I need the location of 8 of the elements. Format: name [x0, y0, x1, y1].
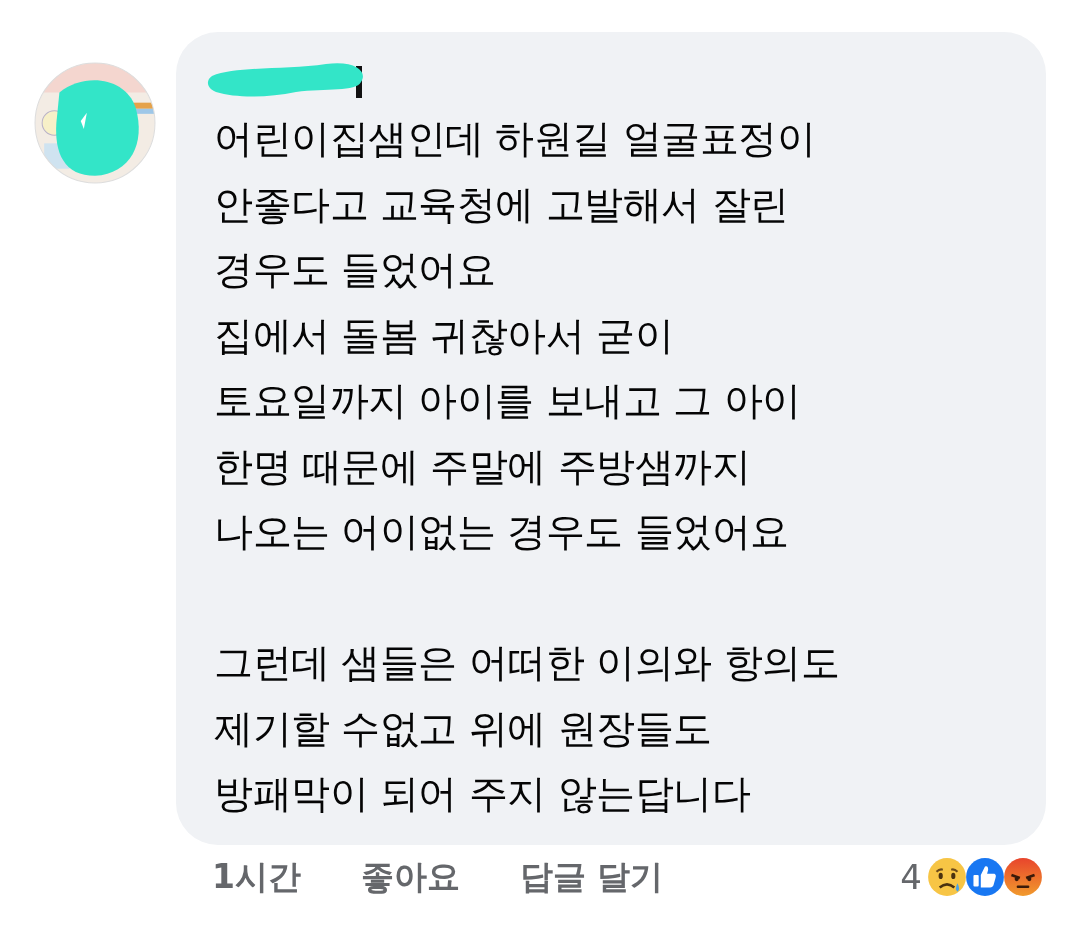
timestamp: 1시간	[212, 855, 301, 898]
sad-face-icon	[926, 856, 968, 898]
reply-link[interactable]: 답글 달기	[519, 854, 664, 900]
comment-text: 어린이집샘인데 하원길 얼굴표정이 안좋다고 교육청에 고발해서 잘린 경우도 들었어요 집에서 돌봄 귀찮아서 굳이 토요일까지 아이를 보내고 그 아이 한명 때문에 주말에 주방샘까지 나오는 어이없는 경우도 들었어요 그런데 샘들은 어떠한 이의와 항의도 제기할 수없고 위에 원장들도 방패막이 되어 주지 않는답니다	[214, 115, 841, 818]
thumbs-up-icon	[964, 856, 1006, 898]
reaction-count[interactable]: 4	[900, 857, 922, 897]
angry-face-icon	[1002, 856, 1044, 898]
like-link[interactable]: 좋아요	[360, 854, 460, 900]
